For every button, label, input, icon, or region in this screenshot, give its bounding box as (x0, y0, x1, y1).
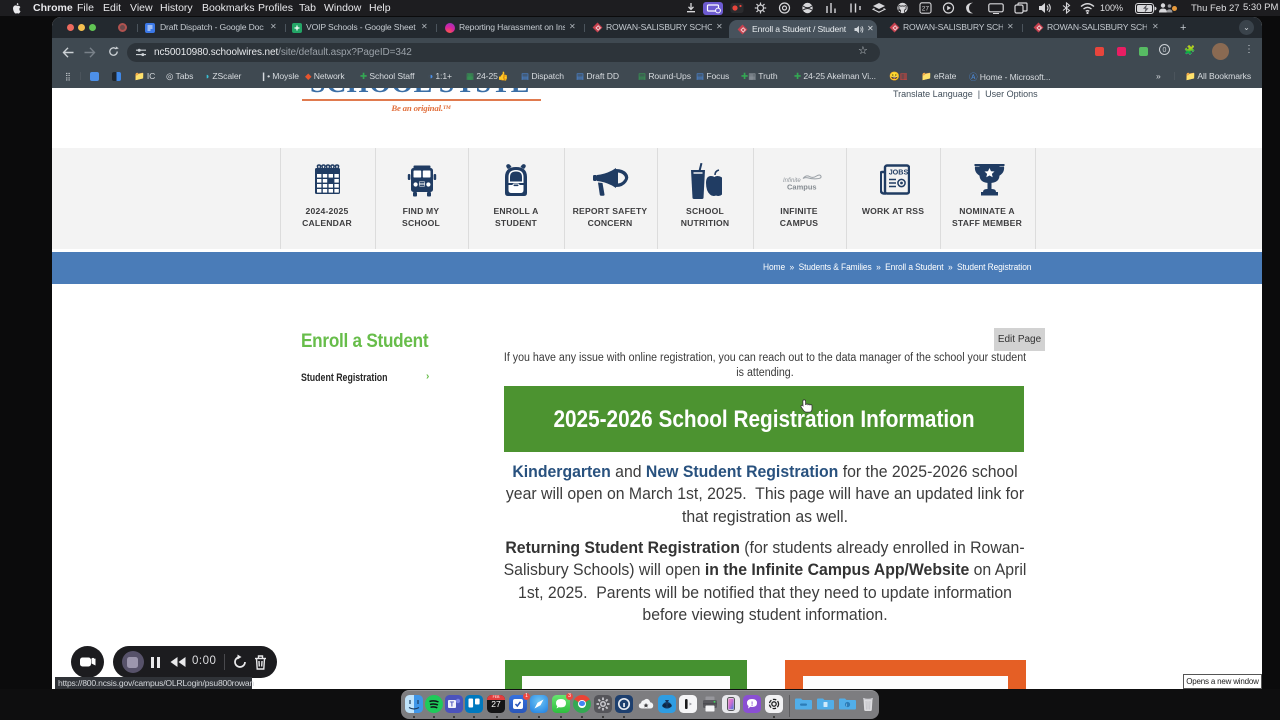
svg-text:i: i (846, 702, 847, 707)
svg-text:!: ! (751, 700, 753, 707)
svg-text:JOBS: JOBS (889, 168, 909, 177)
svg-text:T: T (450, 701, 455, 708)
svg-text:27: 27 (922, 6, 930, 13)
svg-text:Campus: Campus (787, 183, 817, 192)
